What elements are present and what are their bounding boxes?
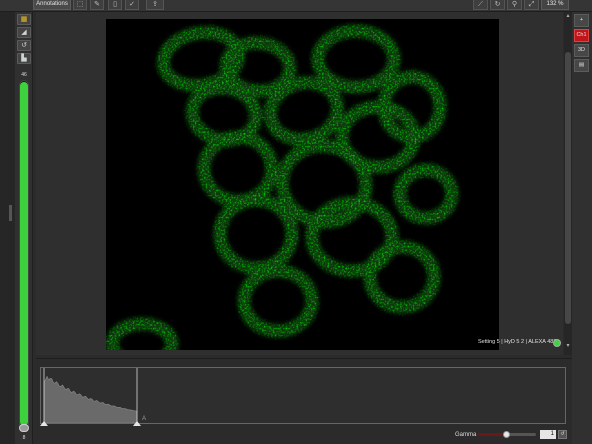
histogram-icon[interactable]: ▙ (17, 53, 31, 64)
channel-1-button[interactable]: Ch1 (574, 29, 589, 42)
gamma-slider-knob[interactable] (503, 431, 510, 438)
rotate-icon[interactable]: ↻ (490, 0, 505, 10)
intensity-slider-fill (20, 82, 28, 426)
3d-view-button[interactable]: 3D (574, 44, 589, 57)
scrollbar-thumb[interactable] (565, 52, 571, 324)
histogram[interactable]: A (40, 367, 566, 424)
fluorescence-cells (106, 19, 499, 350)
lut-icon[interactable]: ▦ (17, 14, 31, 25)
microscopy-image[interactable] (106, 19, 499, 350)
left-edge-panel (0, 12, 15, 444)
gamma-reset-icon[interactable]: ↺ (558, 430, 567, 439)
channel-label: Setting 5 | HyD 5 2 | ALEXA 488 (478, 339, 557, 345)
histogram-plot: A (43, 368, 146, 423)
histogram-marker-label: A (142, 416, 146, 422)
zoom-level[interactable]: 132 % (541, 0, 569, 10)
gradient-icon[interactable]: ◢ (17, 27, 31, 38)
channel-panel (572, 12, 592, 444)
gamma-label: Gamma (455, 432, 477, 438)
intensity-slider-knob[interactable] (19, 424, 29, 432)
check-icon[interactable]: ✓ (125, 0, 139, 10)
panel-resize-handle[interactable] (9, 205, 12, 221)
histogram-low-handle[interactable] (40, 421, 48, 426)
draw-icon[interactable]: ✎ (90, 0, 104, 10)
reset-icon[interactable]: ↺ (17, 40, 31, 51)
measure-icon[interactable]: ⟋ (473, 0, 488, 10)
histogram-high-handle[interactable] (133, 421, 141, 426)
fit-icon[interactable]: ⤢ (524, 0, 539, 10)
scroll-down-icon[interactable]: ▾ (564, 342, 572, 350)
add-channel-button[interactable]: + (574, 14, 589, 27)
max-value: 46 (21, 72, 27, 78)
histogram-area (43, 375, 138, 423)
channel-color-indicator[interactable] (553, 339, 561, 347)
gamma-slider-track (507, 433, 536, 436)
select-icon[interactable]: ⬚ (73, 0, 87, 10)
min-value: 8 (22, 435, 26, 441)
overlay-icon[interactable]: ▤ (574, 59, 589, 72)
zoom-icon[interactable]: ⚲ (507, 0, 522, 10)
export-icon[interactable]: ⇪ (146, 0, 164, 10)
erase-icon[interactable]: ▯ (108, 0, 122, 10)
annotations-tab[interactable]: Annotations (33, 0, 71, 10)
gamma-value-input[interactable]: 1 (540, 430, 556, 439)
scroll-up-icon[interactable]: ▴ (564, 12, 572, 20)
